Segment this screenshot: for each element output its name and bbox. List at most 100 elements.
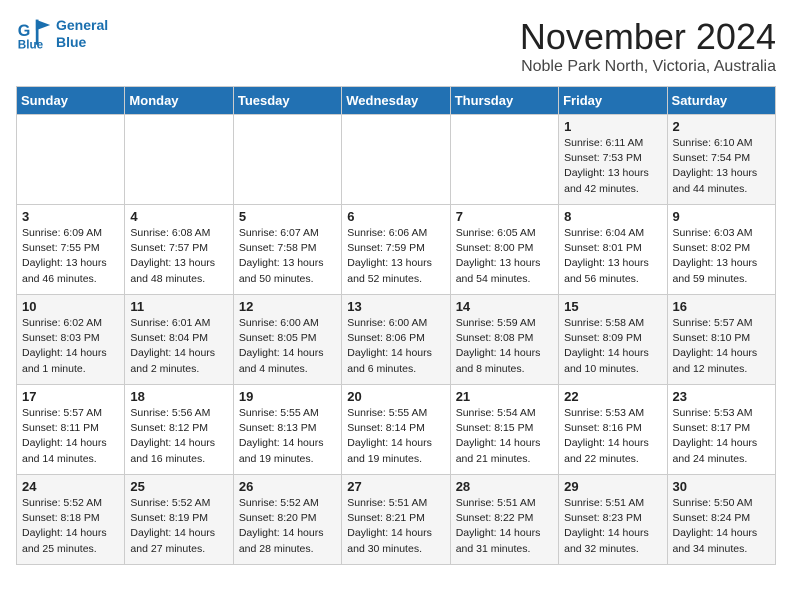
day-info: Sunrise: 6:07 AM Sunset: 7:58 PM Dayligh… (239, 226, 336, 287)
day-cell: 25 Sunrise: 5:52 AM Sunset: 8:19 PM Dayli… (125, 475, 233, 565)
logo: G Blue General Blue (16, 16, 108, 52)
month-title: November 2024 (520, 16, 776, 58)
day-number: 23 (673, 389, 770, 404)
day-number: 7 (456, 209, 553, 224)
day-info: Sunrise: 5:54 AM Sunset: 8:15 PM Dayligh… (456, 406, 553, 467)
page-header: G Blue General Blue November 2024 Noble … (16, 16, 776, 76)
svg-text:G: G (18, 22, 31, 40)
day-cell: 27Sunrise: 5:51 AM Sunset: 8:21 PM Dayli… (342, 475, 450, 565)
day-info: Sunrise: 5:52 AM Sunset: 8:18 PM Dayligh… (22, 496, 119, 557)
day-cell: 16Sunrise: 5:57 AM Sunset: 8:10 PM Dayli… (667, 295, 775, 385)
day-info: Sunrise: 5:51 AM Sunset: 8:21 PM Dayligh… (347, 496, 444, 557)
day-number: 4 (130, 209, 227, 224)
day-info: Sunrise: 6:09 AM Sunset: 7:55 PM Dayligh… (22, 226, 119, 287)
day-number: 22 (564, 389, 661, 404)
week-row-3: 10 Sunrise: 6:02 AM Sunset: 8:03 PM Dayli… (17, 295, 776, 385)
weekday-header-tuesday: Tuesday (233, 87, 341, 115)
week-row-1: 1 Sunrise: 6:11 AM Sunset: 7:53 PM Daylig… (17, 115, 776, 205)
day-info: Sunrise: 5:58 AM Sunset: 8:09 PM Dayligh… (564, 316, 661, 377)
day-cell: 9Sunrise: 6:03 AM Sunset: 8:02 PM Daylig… (667, 205, 775, 295)
day-number: 2 (673, 119, 770, 134)
day-info: Sunrise: 5:53 AM Sunset: 8:16 PM Dayligh… (564, 406, 661, 467)
week-row-2: 3 Sunrise: 6:09 AM Sunset: 7:55 PM Daylig… (17, 205, 776, 295)
day-info: Sunrise: 5:55 AM Sunset: 8:13 PM Dayligh… (239, 406, 336, 467)
day-cell: 8Sunrise: 6:04 AM Sunset: 8:01 PM Daylig… (559, 205, 667, 295)
day-number: 17 (22, 389, 119, 404)
day-number: 1 (564, 119, 661, 134)
day-number: 9 (673, 209, 770, 224)
day-cell: 22 Sunrise: 5:53 AM Sunset: 8:16 PM Dayli… (559, 385, 667, 475)
day-info: Sunrise: 6:11 AM Sunset: 7:53 PM Dayligh… (564, 136, 661, 197)
day-cell: 23 Sunrise: 5:53 AM Sunset: 8:17 PM Dayli… (667, 385, 775, 475)
day-info: Sunrise: 6:00 AM Sunset: 8:05 PM Dayligh… (239, 316, 336, 377)
day-number: 25 (130, 479, 227, 494)
weekday-header-saturday: Saturday (667, 87, 775, 115)
weekday-header-monday: Monday (125, 87, 233, 115)
day-info: Sunrise: 5:51 AM Sunset: 8:23 PM Dayligh… (564, 496, 661, 557)
calendar-table: SundayMondayTuesdayWednesdayThursdayFrid… (16, 86, 776, 565)
day-info: Sunrise: 6:01 AM Sunset: 8:04 PM Dayligh… (130, 316, 227, 377)
day-number: 29 (564, 479, 661, 494)
week-row-4: 17 Sunrise: 5:57 AM Sunset: 8:11 PM Dayli… (17, 385, 776, 475)
day-info: Sunrise: 6:02 AM Sunset: 8:03 PM Dayligh… (22, 316, 119, 377)
day-info: Sunrise: 5:59 AM Sunset: 8:08 PM Dayligh… (456, 316, 553, 377)
day-number: 19 (239, 389, 336, 404)
day-info: Sunrise: 5:50 AM Sunset: 8:24 PM Dayligh… (673, 496, 770, 557)
day-number: 21 (456, 389, 553, 404)
day-cell: 12 Sunrise: 6:00 AM Sunset: 8:05 PM Dayli… (233, 295, 341, 385)
day-number: 10 (22, 299, 119, 314)
day-cell: 24Sunrise: 5:52 AM Sunset: 8:18 PM Dayli… (17, 475, 125, 565)
logo-icon: G Blue (16, 16, 52, 52)
day-number: 15 (564, 299, 661, 314)
day-number: 13 (347, 299, 444, 314)
day-cell: 19 Sunrise: 5:55 AM Sunset: 8:13 PM Dayli… (233, 385, 341, 475)
day-info: Sunrise: 6:06 AM Sunset: 7:59 PM Dayligh… (347, 226, 444, 287)
day-info: Sunrise: 5:53 AM Sunset: 8:17 PM Dayligh… (673, 406, 770, 467)
day-cell (342, 115, 450, 205)
day-cell: 20 Sunrise: 5:55 AM Sunset: 8:14 PM Dayli… (342, 385, 450, 475)
day-info: Sunrise: 6:08 AM Sunset: 7:57 PM Dayligh… (130, 226, 227, 287)
day-info: Sunrise: 5:57 AM Sunset: 8:11 PM Dayligh… (22, 406, 119, 467)
weekday-header-friday: Friday (559, 87, 667, 115)
day-number: 30 (673, 479, 770, 494)
day-cell: 26 Sunrise: 5:52 AM Sunset: 8:20 PM Dayli… (233, 475, 341, 565)
day-info: Sunrise: 5:52 AM Sunset: 8:19 PM Dayligh… (130, 496, 227, 557)
day-info: Sunrise: 6:05 AM Sunset: 8:00 PM Dayligh… (456, 226, 553, 287)
day-cell: 13 Sunrise: 6:00 AM Sunset: 8:06 PM Dayli… (342, 295, 450, 385)
day-info: Sunrise: 5:51 AM Sunset: 8:22 PM Dayligh… (456, 496, 553, 557)
day-info: Sunrise: 5:55 AM Sunset: 8:14 PM Dayligh… (347, 406, 444, 467)
day-cell (233, 115, 341, 205)
day-cell: 5 Sunrise: 6:07 AM Sunset: 7:58 PM Daylig… (233, 205, 341, 295)
weekday-header-sunday: Sunday (17, 87, 125, 115)
day-number: 16 (673, 299, 770, 314)
day-number: 5 (239, 209, 336, 224)
day-number: 3 (22, 209, 119, 224)
day-cell: 11 Sunrise: 6:01 AM Sunset: 8:04 PM Dayli… (125, 295, 233, 385)
day-number: 28 (456, 479, 553, 494)
day-cell: 18Sunrise: 5:56 AM Sunset: 8:12 PM Dayli… (125, 385, 233, 475)
day-number: 14 (456, 299, 553, 314)
day-info: Sunrise: 5:52 AM Sunset: 8:20 PM Dayligh… (239, 496, 336, 557)
weekday-header-thursday: Thursday (450, 87, 558, 115)
day-number: 20 (347, 389, 444, 404)
day-cell: 7 Sunrise: 6:05 AM Sunset: 8:00 PM Daylig… (450, 205, 558, 295)
day-cell: 6Sunrise: 6:06 AM Sunset: 7:59 PM Daylig… (342, 205, 450, 295)
day-number: 18 (130, 389, 227, 404)
day-cell: 15 Sunrise: 5:58 AM Sunset: 8:09 PM Dayli… (559, 295, 667, 385)
logo-text: General Blue (56, 17, 108, 51)
day-cell: 3 Sunrise: 6:09 AM Sunset: 7:55 PM Daylig… (17, 205, 125, 295)
weekday-header-row: SundayMondayTuesdayWednesdayThursdayFrid… (17, 87, 776, 115)
day-cell: 30 Sunrise: 5:50 AM Sunset: 8:24 PM Dayli… (667, 475, 775, 565)
day-cell: 14 Sunrise: 5:59 AM Sunset: 8:08 PM Dayli… (450, 295, 558, 385)
day-cell: 10 Sunrise: 6:02 AM Sunset: 8:03 PM Dayli… (17, 295, 125, 385)
day-number: 12 (239, 299, 336, 314)
day-info: Sunrise: 6:10 AM Sunset: 7:54 PM Dayligh… (673, 136, 770, 197)
day-number: 26 (239, 479, 336, 494)
weekday-header-wednesday: Wednesday (342, 87, 450, 115)
svg-text:Blue: Blue (18, 38, 44, 51)
day-number: 8 (564, 209, 661, 224)
day-number: 11 (130, 299, 227, 314)
day-info: Sunrise: 6:00 AM Sunset: 8:06 PM Dayligh… (347, 316, 444, 377)
day-cell (450, 115, 558, 205)
day-cell (125, 115, 233, 205)
